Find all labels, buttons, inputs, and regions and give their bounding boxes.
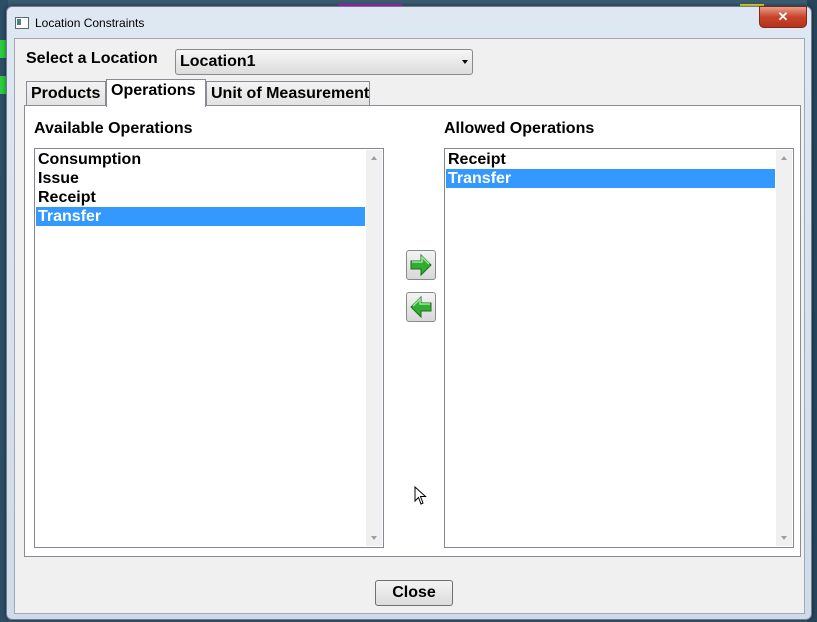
available-operations-label: Available Operations xyxy=(34,120,193,137)
location-constraints-dialog: Location Constraints ✕ Select a Location… xyxy=(6,6,812,620)
available-operations-items: Consumption Issue Receipt Transfer xyxy=(36,150,365,226)
scroll-up-icon[interactable] xyxy=(781,156,787,160)
scroll-down-icon[interactable] xyxy=(781,536,787,540)
allowed-operations-items: Receipt Transfer xyxy=(446,150,775,188)
operations-tab-panel: Available Operations Consumption Issue Rec… xyxy=(24,105,801,557)
location-label: Select a Location xyxy=(26,50,158,67)
tab-unit-of-measurement[interactable]: Unit of Measurement xyxy=(206,81,370,105)
window-close-button[interactable]: ✕ xyxy=(759,6,807,28)
available-operation-item[interactable]: Transfer xyxy=(36,207,365,226)
scroll-up-icon[interactable] xyxy=(371,156,377,160)
allowed-operations-list[interactable]: Receipt Transfer xyxy=(444,148,794,548)
remove-operation-button[interactable] xyxy=(406,292,436,322)
available-operation-item[interactable]: Consumption xyxy=(36,150,365,169)
tab-products[interactable]: Products xyxy=(26,81,106,105)
location-select-value: Location1 xyxy=(180,53,256,70)
add-operation-button[interactable] xyxy=(406,250,436,280)
arrow-left-icon xyxy=(410,295,432,319)
window-title: Location Constraints xyxy=(35,16,145,30)
available-operations-list[interactable]: Consumption Issue Receipt Transfer xyxy=(34,148,384,548)
title-bar[interactable]: Location Constraints ✕ xyxy=(7,6,811,37)
available-operation-item[interactable]: Issue xyxy=(36,169,365,188)
arrow-right-icon xyxy=(410,253,432,277)
allowed-operations-label: Allowed Operations xyxy=(444,120,595,137)
scroll-down-icon[interactable] xyxy=(371,536,377,540)
dialog-client-area: Select a Location Location1 Products Ope… xyxy=(14,38,805,614)
allowed-operation-item[interactable]: Receipt xyxy=(446,150,775,169)
allowed-list-scrollbar[interactable] xyxy=(776,150,792,546)
chevron-down-icon[interactable] xyxy=(462,60,468,64)
available-operation-item[interactable]: Receipt xyxy=(36,188,365,207)
mouse-cursor-icon xyxy=(414,486,427,505)
location-select[interactable]: Location1 xyxy=(175,49,473,75)
window-icon xyxy=(15,17,29,29)
allowed-operation-item[interactable]: Transfer xyxy=(446,169,775,188)
tab-operations[interactable]: Operations xyxy=(106,79,206,107)
close-button[interactable]: Close xyxy=(375,580,453,606)
available-list-scrollbar[interactable] xyxy=(366,150,382,546)
